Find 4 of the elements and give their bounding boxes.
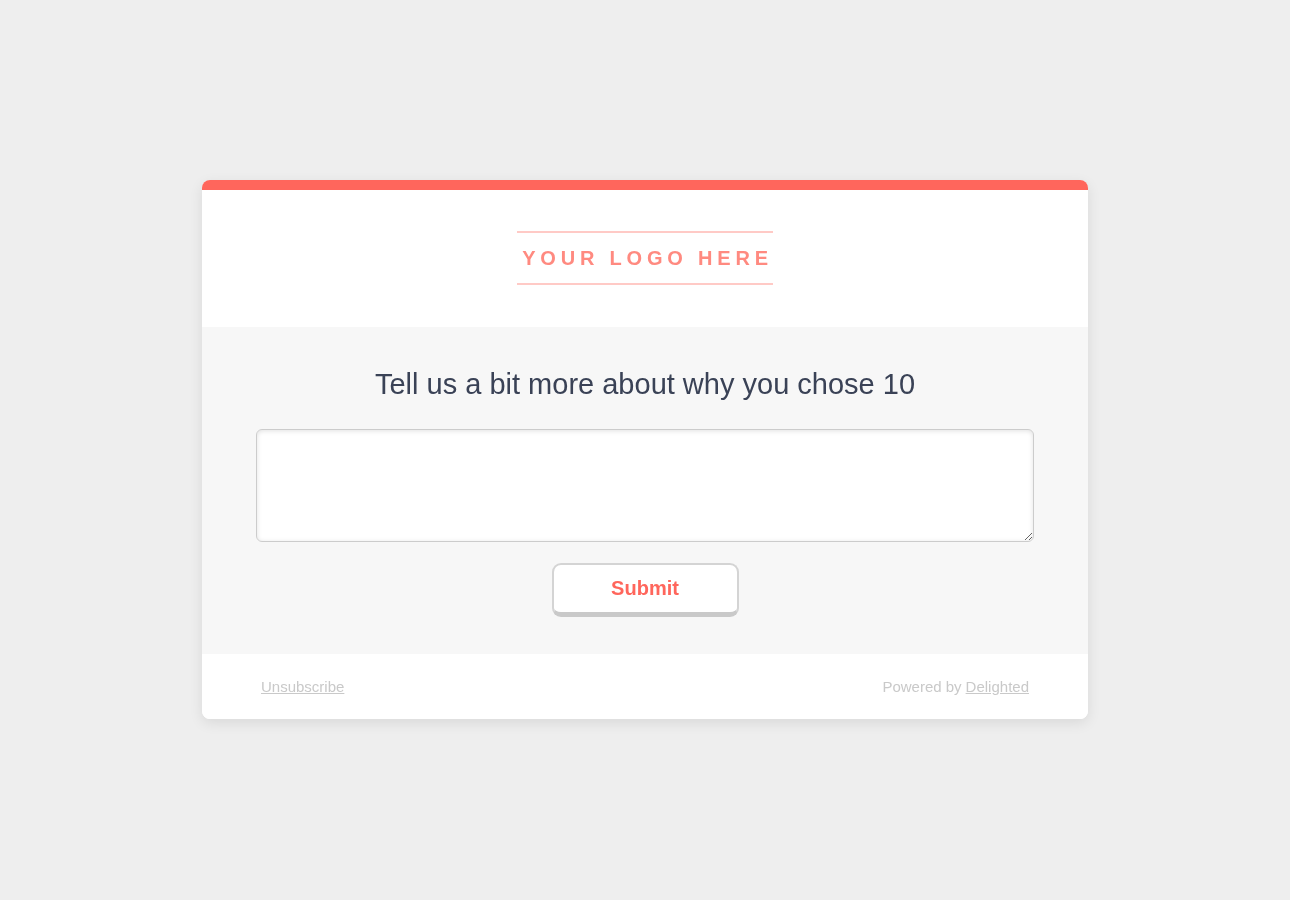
submit-button[interactable]: Submit [551,563,739,617]
logo-text: YOUR LOGO HERE [522,248,773,268]
question-title: Tell us a bit more about why you chose 10 [375,367,915,401]
comment-field[interactable] [256,429,1034,542]
